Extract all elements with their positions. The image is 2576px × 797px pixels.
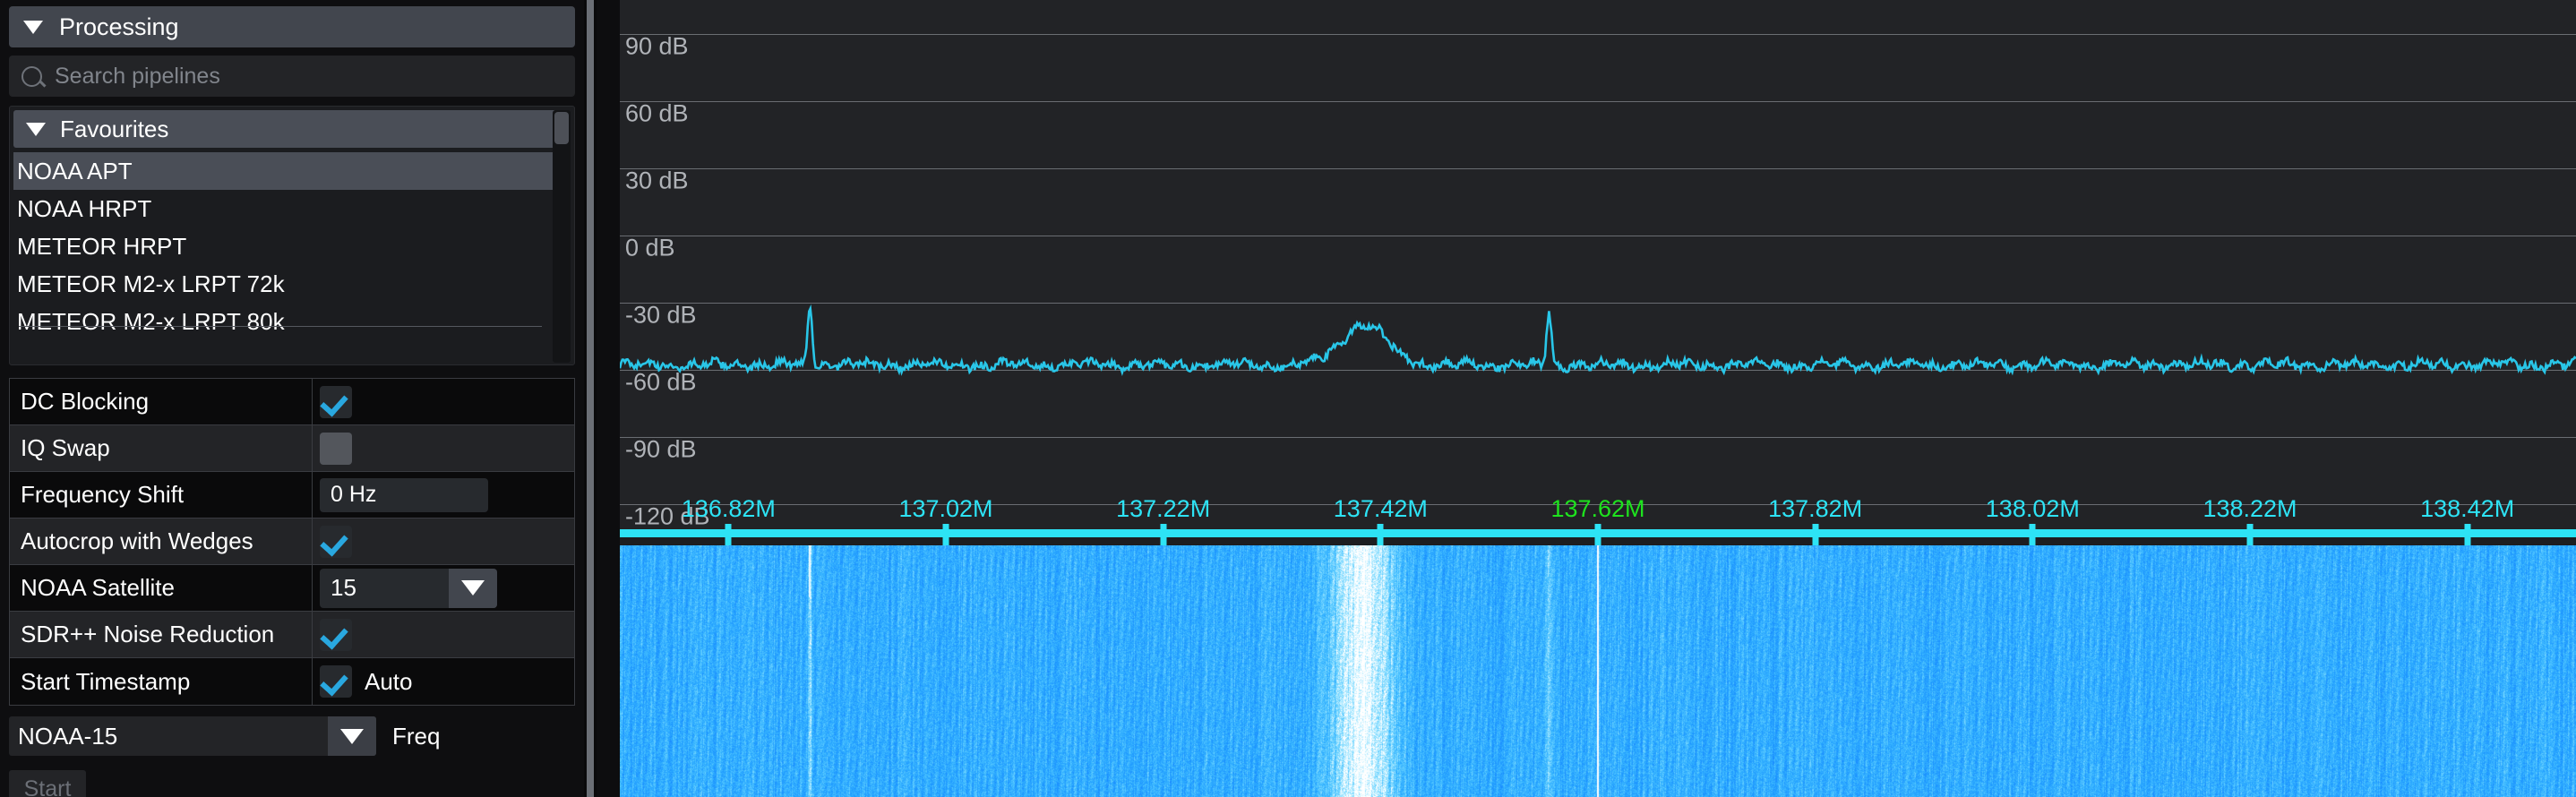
processing-panel: Processing Search pipelines Favourites N… — [0, 0, 584, 797]
chevron-down-icon[interactable] — [449, 568, 497, 608]
panel-splitter[interactable] — [584, 0, 597, 797]
search-icon — [21, 65, 42, 87]
satellite-selector-row: NOAA-15 Freq — [9, 715, 575, 758]
setting-label: Start Timestamp — [10, 658, 313, 705]
setting-value: 15 — [313, 565, 574, 611]
setting-row-dc-blocking: DC Blocking — [10, 379, 574, 425]
dc-blocking-checkbox[interactable] — [320, 385, 352, 418]
noaa-satellite-value: 15 — [331, 574, 356, 601]
setting-value — [313, 518, 574, 564]
splitter-handle[interactable] — [587, 0, 594, 797]
setting-label: DC Blocking — [10, 379, 313, 424]
list-divider — [19, 326, 542, 327]
pipeline-item-meteor-lrpt-80k[interactable]: METEOR M2-x LRPT 80k — [13, 303, 562, 340]
chevron-down-icon — [26, 122, 46, 136]
setting-value — [313, 612, 574, 657]
autocrop-wedges-checkbox[interactable] — [320, 525, 352, 558]
setting-label: NOAA Satellite — [10, 565, 313, 611]
satellite-dropdown-value: NOAA-15 — [18, 722, 118, 750]
setting-label: IQ Swap — [10, 425, 313, 471]
setting-value — [313, 379, 574, 424]
freq-label: Freq — [392, 722, 441, 750]
setting-row-autocrop-wedges: Autocrop with Wedges — [10, 518, 574, 565]
setting-row-noaa-satellite: NOAA Satellite 15 — [10, 565, 574, 612]
spectrum-trace — [620, 304, 2576, 376]
setting-value: 0 Hz — [313, 472, 574, 518]
chevron-down-icon[interactable] — [328, 716, 376, 756]
frequency-shift-input[interactable]: 0 Hz — [320, 477, 488, 512]
setting-row-frequency-shift: Frequency Shift 0 Hz — [10, 472, 574, 518]
pipeline-item-noaa-hrpt[interactable]: NOAA HRPT — [13, 190, 562, 227]
waterfall-canvas[interactable] — [620, 545, 2576, 797]
processing-section-title: Processing — [59, 13, 179, 40]
sdrpp-noise-reduction-checkbox[interactable] — [320, 618, 352, 651]
start-button[interactable]: Start — [9, 770, 86, 797]
pipeline-item-meteor-lrpt-72k[interactable]: METEOR M2-x LRPT 72k — [13, 265, 562, 303]
setting-row-start-timestamp: Start Timestamp Auto — [10, 658, 574, 705]
processing-section-header[interactable]: Processing — [9, 6, 575, 47]
setting-row-iq-swap: IQ Swap — [10, 425, 574, 472]
setting-row-sdrpp-noise-reduction: SDR++ Noise Reduction — [10, 612, 574, 658]
setting-label: SDR++ Noise Reduction — [10, 612, 313, 657]
waterfall-display[interactable] — [620, 545, 2576, 797]
spectrum-view[interactable]: 90 dB 60 dB 30 dB 0 dB -30 dB -60 dB -90 dB -12… — [620, 0, 2576, 797]
iq-swap-checkbox[interactable] — [320, 432, 352, 465]
satdump-window: Processing Search pipelines Favourites N… — [0, 0, 2576, 797]
start-timestamp-auto-checkbox[interactable] — [320, 665, 352, 698]
chevron-down-icon — [23, 20, 43, 34]
pipeline-item-noaa-apt[interactable]: NOAA APT — [13, 152, 562, 190]
favourites-label: Favourites — [60, 115, 169, 142]
setting-value: Auto — [313, 658, 574, 705]
start-timestamp-auto-label: Auto — [365, 667, 413, 695]
search-placeholder: Search pipelines — [55, 63, 220, 89]
scrollbar-thumb[interactable] — [554, 112, 569, 144]
setting-label: Frequency Shift — [10, 472, 313, 518]
pipeline-item-meteor-hrpt[interactable]: METEOR HRPT — [13, 227, 562, 265]
pipeline-settings-table: DC Blocking IQ Swap Frequency Shift 0 Hz… — [9, 378, 575, 706]
pipelines-list: Favourites NOAA APT NOAA HRPT METEOR HRP… — [9, 106, 575, 365]
fft-plot[interactable]: 90 dB 60 dB 30 dB 0 dB -30 dB -60 dB -90 dB -12… — [620, 0, 2576, 545]
setting-value — [313, 425, 574, 471]
satellite-dropdown[interactable]: NOAA-15 — [9, 716, 376, 756]
pipelines-scrollbar[interactable] — [553, 110, 571, 363]
noaa-satellite-dropdown[interactable]: 15 — [320, 568, 497, 608]
favourites-group-header[interactable]: Favourites — [13, 110, 562, 148]
setting-label: Autocrop with Wedges — [10, 518, 313, 564]
search-pipelines-input[interactable]: Search pipelines — [9, 56, 575, 97]
